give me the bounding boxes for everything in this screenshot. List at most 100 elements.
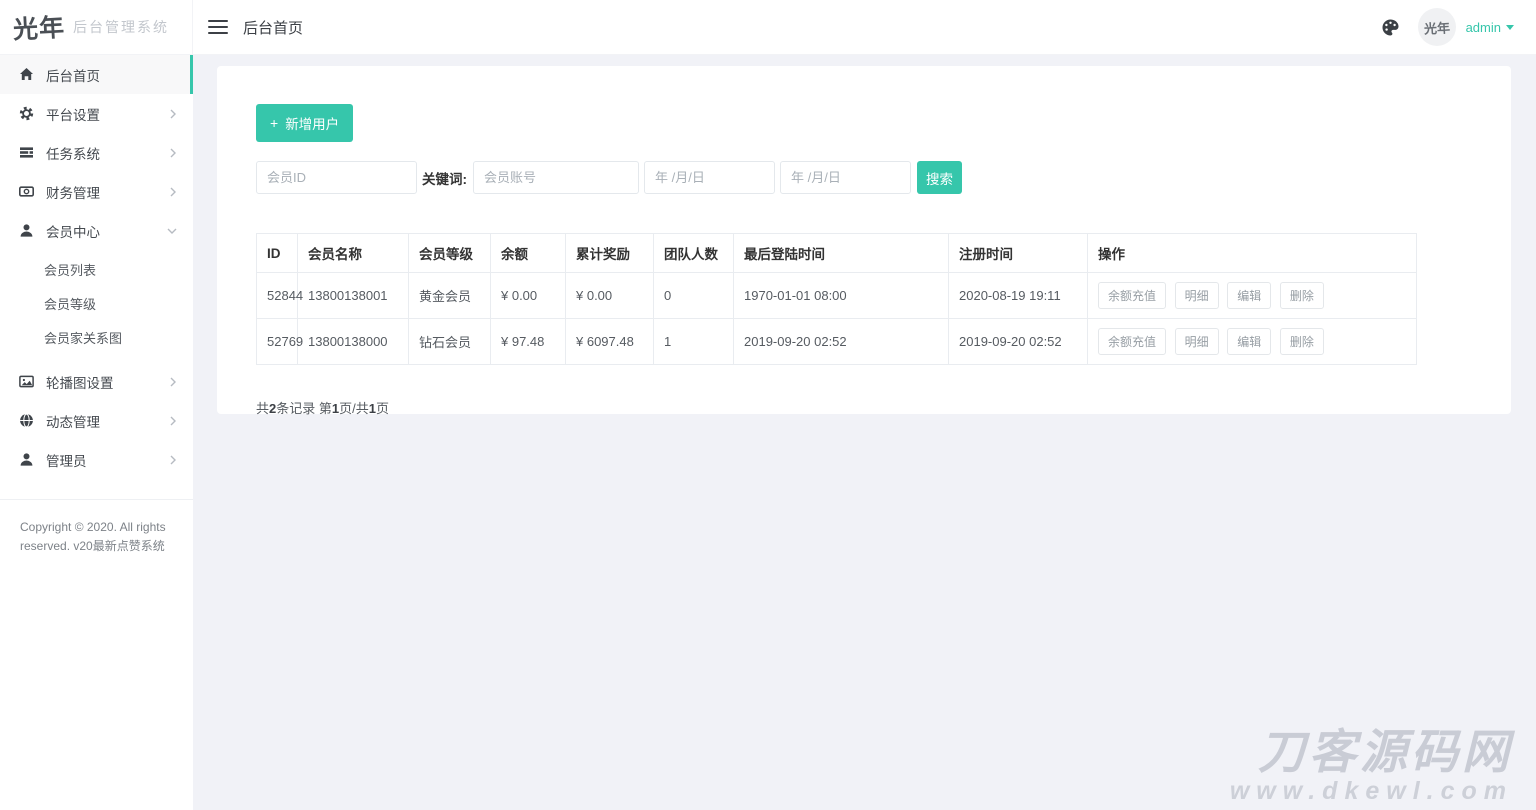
col-header-name: 会员名称 [298,234,409,273]
sidebar-item-carousel-settings[interactable]: 轮播图设置 [0,362,193,401]
top-bar: 光年 后台管理系统 后台首页 光年 admin [0,0,1536,55]
table-header-row: ID 会员名称 会员等级 余额 累计奖励 团队人数 最后登陆时间 注册时间 操作 [257,234,1417,273]
cell-actions: 余额充值 明细 编辑 删除 [1088,273,1417,319]
sidebar-item-label: 后台首页 [46,65,100,85]
chevron-right-icon [169,187,177,197]
copyright-text: Copyright © 2020. All rights reserved. v… [0,500,193,556]
sidebar-subitem-label: 会员等级 [44,294,96,313]
col-header-id: ID [257,234,298,273]
col-header-team: 团队人数 [654,234,734,273]
member-id-input[interactable] [256,161,417,194]
caret-down-icon [1506,25,1514,30]
chevron-down-icon [167,227,177,235]
date-end-input[interactable] [780,161,911,194]
recharge-button[interactable]: 余额充值 [1098,328,1166,355]
add-user-label: 新增用户 [285,113,339,133]
delete-button[interactable]: 删除 [1280,282,1324,309]
chevron-right-icon [169,455,177,465]
col-header-actions: 操作 [1088,234,1417,273]
edit-button[interactable]: 编辑 [1227,282,1271,309]
add-user-button[interactable]: + 新增用户 [256,104,353,142]
home-icon [18,67,34,82]
cell-name: 13800138000 [298,319,409,365]
sidebar-subitem-member-level[interactable]: 会员等级 [0,286,193,320]
delete-button[interactable]: 删除 [1280,328,1324,355]
cell-balance: ¥ 0.00 [491,273,566,319]
edit-button[interactable]: 编辑 [1227,328,1271,355]
brand-logo: 光年 后台管理系统 [0,0,193,54]
summary-text: 页/共 [339,401,369,416]
account-input[interactable] [473,161,639,194]
sidebar: 后台首页 平台设置 任务系统 [0,55,193,810]
username-label: admin [1466,20,1501,35]
gear-icon [18,106,34,121]
sidebar-item-label: 财务管理 [46,182,100,202]
cell-last-login: 2019-09-20 02:52 [734,319,949,365]
chevron-right-icon [169,148,177,158]
theme-palette-icon[interactable] [1381,18,1400,37]
col-header-registered: 注册时间 [949,234,1088,273]
chevron-right-icon [169,416,177,426]
cell-registered: 2019-09-20 02:52 [949,319,1088,365]
cell-level: 钻石会员 [409,319,491,365]
sidebar-item-administrator[interactable]: 管理员 [0,440,193,479]
detail-button[interactable]: 明细 [1175,282,1219,309]
sidebar-item-home[interactable]: 后台首页 [0,55,193,94]
pagination-summary: 共2条记录 第1页/共1页 [256,398,1471,417]
avatar-logo-glyph: 光年 [1423,17,1450,37]
sidebar-item-task-system[interactable]: 任务系统 [0,133,193,172]
sidebar-subitem-member-list[interactable]: 会员列表 [0,252,193,286]
detail-button[interactable]: 明细 [1175,328,1219,355]
sidebar-subitem-label: 会员列表 [44,260,96,279]
summary-text: 页 [376,401,389,416]
sidebar-subitem-member-relation[interactable]: 会员家关系图 [0,320,193,354]
cell-registered: 2020-08-19 19:11 [949,273,1088,319]
cell-team: 0 [654,273,734,319]
col-header-reward: 累计奖励 [566,234,654,273]
member-list-card: + 新增用户 关键词: 搜索 ID 会员名称 会员等级 余额 [217,66,1511,414]
image-icon [18,374,34,389]
summary-text: 共 [256,401,269,416]
user-avatar[interactable]: 光年 [1418,8,1456,46]
sidebar-item-platform-settings[interactable]: 平台设置 [0,94,193,133]
keyword-label: 关键词: [422,168,467,188]
globe-icon [18,413,34,428]
sidebar-item-label: 管理员 [46,450,87,470]
search-button[interactable]: 搜索 [917,161,962,194]
recharge-button[interactable]: 余额充值 [1098,282,1166,309]
member-submenu: 会员列表 会员等级 会员家关系图 [0,250,193,362]
main-content: + 新增用户 关键词: 搜索 ID 会员名称 会员等级 余额 [193,55,1536,810]
sidebar-item-dynamic-management[interactable]: 动态管理 [0,401,193,440]
sidebar-subitem-label: 会员家关系图 [44,328,122,347]
sidebar-item-label: 会员中心 [46,221,100,241]
cell-id: 52844 [257,273,298,319]
sidebar-item-finance[interactable]: 财务管理 [0,172,193,211]
breadcrumb: 后台首页 [243,17,303,38]
logo-subtitle: 后台管理系统 [73,17,169,37]
hamburger-menu-icon[interactable] [208,16,228,38]
search-bar: 关键词: 搜索 [256,161,1471,194]
sidebar-item-label: 任务系统 [46,143,100,163]
col-header-balance: 余额 [491,234,566,273]
chevron-right-icon [169,377,177,387]
date-start-input[interactable] [644,161,775,194]
cell-actions: 余额充值 明细 编辑 删除 [1088,319,1417,365]
tasks-icon [18,145,34,160]
user-icon [18,223,34,238]
cell-balance: ¥ 97.48 [491,319,566,365]
user-menu[interactable]: admin [1466,20,1514,35]
sidebar-item-label: 平台设置 [46,104,100,124]
col-header-last-login: 最后登陆时间 [734,234,949,273]
sidebar-item-label: 轮播图设置 [46,372,114,392]
logo-glyph: 光年 [12,8,66,47]
copyright-line1: Copyright © 2020. All rights [20,518,175,537]
user-icon [18,452,34,467]
col-header-level: 会员等级 [409,234,491,273]
summary-text: 条记录 第 [276,401,332,416]
total-pages: 1 [369,401,376,416]
table-row: 52769 13800138000 钻石会员 ¥ 97.48 ¥ 6097.48… [257,319,1417,365]
cell-reward: ¥ 0.00 [566,273,654,319]
sidebar-item-member-center[interactable]: 会员中心 [0,211,193,250]
chevron-right-icon [169,109,177,119]
sidebar-item-label: 动态管理 [46,411,100,431]
